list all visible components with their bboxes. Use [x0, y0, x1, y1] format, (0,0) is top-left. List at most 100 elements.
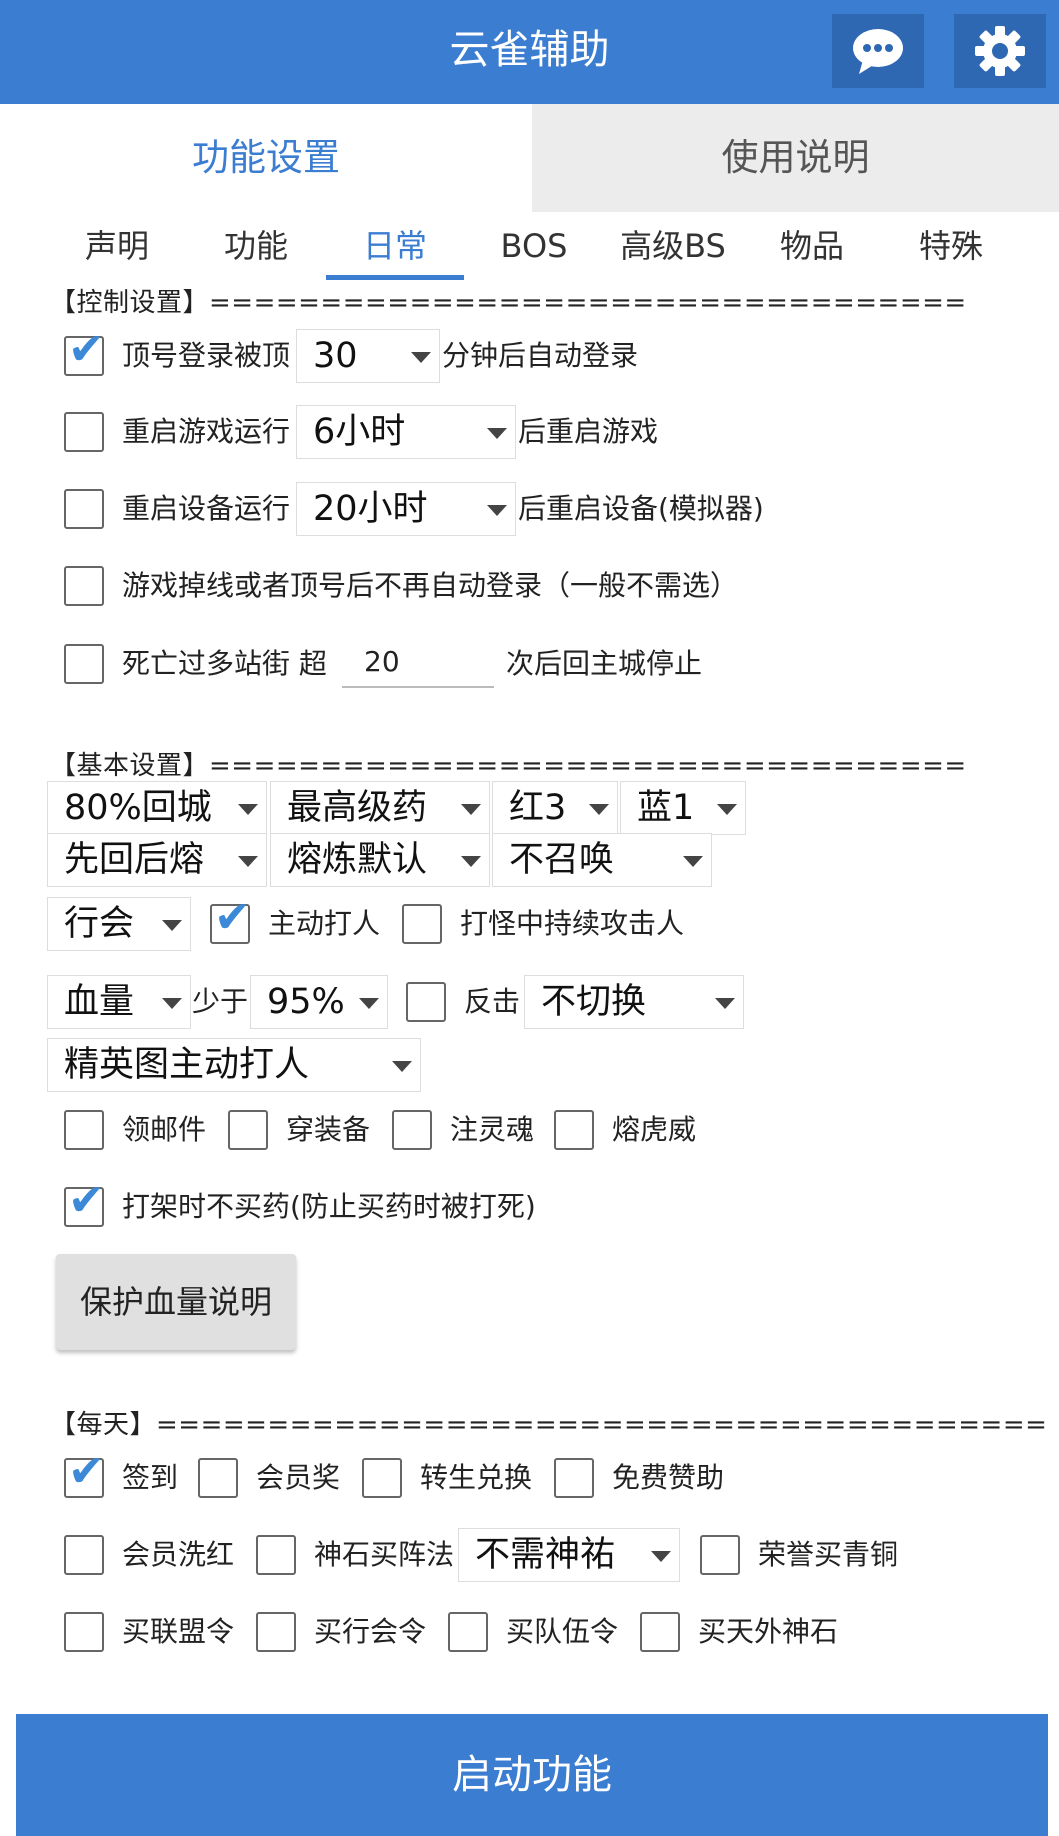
- free-help-checkbox[interactable]: [554, 1458, 594, 1498]
- stone-formation-checkbox[interactable]: [256, 1535, 296, 1575]
- restart-game-label: 重启游戏运行: [122, 415, 291, 448]
- team-order-checkbox[interactable]: [448, 1612, 488, 1652]
- guild-order-label: 买行会令: [314, 1615, 427, 1648]
- soul-checkbox[interactable]: [392, 1110, 432, 1150]
- select-value: 6小时: [313, 412, 406, 452]
- alliance-label: 买联盟令: [122, 1615, 235, 1648]
- section-control-header: 【控制设置】==================================: [50, 288, 967, 318]
- death-checkbox[interactable]: [64, 644, 104, 684]
- subtab-special[interactable]: 特殊: [882, 216, 1020, 280]
- restart-device-checkbox[interactable]: [64, 489, 104, 529]
- settings-button[interactable]: [954, 14, 1046, 88]
- counter-checkbox[interactable]: [406, 982, 446, 1022]
- switch-select[interactable]: 不切换: [524, 975, 744, 1029]
- death-count-input[interactable]: 20: [342, 634, 494, 688]
- death-suffix: 次后回主城停止: [506, 647, 703, 680]
- restart-game-suffix: 后重启游戏: [518, 415, 659, 448]
- vip-wash-checkbox[interactable]: [64, 1535, 104, 1575]
- row-no-buy-drug: ✔ 打架时不买药(防止买药时被打死): [0, 1177, 1059, 1237]
- mail-checkbox[interactable]: [64, 1110, 104, 1150]
- dropdown-arrow-icon: [238, 856, 258, 867]
- select-value: 红3: [509, 788, 567, 828]
- dropdown-arrow-icon: [411, 352, 431, 363]
- return-city-select[interactable]: 80%回城: [47, 781, 267, 835]
- sub-tabs: 声明 功能 日常 BOS 高级BS 物品 特殊: [48, 216, 1008, 280]
- select-value: 血量: [64, 982, 135, 1022]
- main-tabs: 功能设置 使用说明: [0, 104, 1059, 212]
- subtab-boss[interactable]: BOS: [465, 216, 603, 280]
- tiger-checkbox[interactable]: [554, 1110, 594, 1150]
- row-daily-3: 买联盟令 买行会令 买队伍令 买天外神石: [0, 1602, 1059, 1662]
- potion-select[interactable]: 最高级药: [270, 781, 490, 835]
- sign-checkbox[interactable]: ✔: [64, 1450, 105, 1498]
- select-value: 蓝1: [637, 788, 695, 828]
- dropdown-arrow-icon: [392, 1061, 412, 1072]
- chat-icon: [853, 29, 903, 74]
- dropdown-arrow-icon: [487, 428, 507, 439]
- keep-attack-label: 打怪中持续攻击人: [460, 907, 685, 940]
- row-restart-game: 重启游戏运行 6小时 后重启游戏: [0, 402, 1059, 462]
- no-buy-drug-checkbox[interactable]: ✔: [64, 1179, 105, 1227]
- red-potion-select[interactable]: 红3: [492, 781, 618, 835]
- rebirth-checkbox[interactable]: [362, 1458, 402, 1498]
- subtab-items[interactable]: 物品: [743, 216, 881, 280]
- dropdown-arrow-icon: [651, 1551, 671, 1562]
- top-login-suffix: 分钟后自动登录: [442, 339, 639, 372]
- guild-select[interactable]: 行会: [47, 897, 191, 951]
- return-smelt-select[interactable]: 先回后熔: [47, 833, 267, 887]
- no-relogin-checkbox[interactable]: [64, 566, 104, 606]
- equip-label: 穿装备: [286, 1113, 371, 1146]
- subtab-function[interactable]: 功能: [187, 216, 325, 280]
- active-attack-checkbox[interactable]: ✔: [210, 896, 251, 944]
- start-function-button[interactable]: 启动功能: [16, 1714, 1048, 1836]
- summon-select[interactable]: 不召唤: [492, 833, 712, 887]
- subtab-statement[interactable]: 声明: [48, 216, 186, 280]
- select-value: 不需神祐: [475, 1535, 616, 1575]
- free-help-label: 免费赞助: [612, 1461, 725, 1494]
- vip-wash-label: 会员洗红: [122, 1538, 235, 1571]
- top-login-minutes-select[interactable]: 30: [296, 329, 440, 383]
- dropdown-arrow-icon: [717, 804, 737, 815]
- vip-reward-checkbox[interactable]: [198, 1458, 238, 1498]
- blue-potion-select[interactable]: 蓝1: [620, 781, 746, 835]
- row-no-relogin: 游戏掉线或者顶号后不再自动登录（一般不需选）: [0, 556, 1059, 616]
- subtab-daily[interactable]: 日常: [326, 216, 464, 280]
- blessing-select[interactable]: 不需神祐: [458, 1528, 680, 1582]
- section-daily-header: 【每天】====================================…: [50, 1410, 1048, 1440]
- rebirth-label: 转生兑换: [420, 1461, 533, 1494]
- alliance-checkbox[interactable]: [64, 1612, 104, 1652]
- hp-percent-select[interactable]: 95%: [250, 975, 388, 1029]
- chat-button[interactable]: [832, 14, 924, 88]
- restart-device-hours-select[interactable]: 20小时: [296, 482, 516, 536]
- select-value: 行会: [64, 904, 135, 944]
- restart-game-hours-select[interactable]: 6小时: [296, 405, 516, 459]
- select-value: 不切换: [541, 982, 647, 1022]
- protect-hp-help-button[interactable]: 保护血量说明: [56, 1254, 296, 1350]
- soul-label: 注灵魂: [450, 1113, 535, 1146]
- hp-select[interactable]: 血量: [47, 975, 191, 1029]
- row-daily-1: ✔ 签到 会员奖 转生兑换 免费赞助: [0, 1448, 1059, 1508]
- tab-usage-guide[interactable]: 使用说明: [532, 104, 1059, 212]
- check-icon: ✔: [68, 324, 105, 375]
- dropdown-arrow-icon: [162, 998, 182, 1009]
- row-guild-attack: 行会 ✔ 主动打人 打怪中持续攻击人: [0, 894, 1059, 954]
- select-value: 最高级药: [287, 788, 428, 828]
- row-top-login: ✔ 顶号登录被顶 30 分钟后自动登录: [0, 326, 1059, 386]
- row-restart-device: 重启设备运行 20小时 后重启设备(模拟器): [0, 479, 1059, 539]
- keep-attack-checkbox[interactable]: [402, 904, 442, 944]
- sky-stone-checkbox[interactable]: [640, 1612, 680, 1652]
- select-value: 95%: [267, 982, 345, 1022]
- smelt-select[interactable]: 熔炼默认: [270, 833, 490, 887]
- equip-checkbox[interactable]: [228, 1110, 268, 1150]
- guild-order-checkbox[interactable]: [256, 1612, 296, 1652]
- honor-bronze-label: 荣誉买青铜: [758, 1538, 899, 1571]
- top-login-checkbox[interactable]: ✔: [64, 328, 105, 376]
- tab-function-settings[interactable]: 功能设置: [0, 104, 532, 212]
- elite-map-select[interactable]: 精英图主动打人: [47, 1038, 421, 1092]
- restart-game-checkbox[interactable]: [64, 412, 104, 452]
- subtab-advanced-boss[interactable]: 高级BS: [604, 216, 742, 280]
- select-value: 熔炼默认: [287, 840, 428, 880]
- dropdown-arrow-icon: [683, 856, 703, 867]
- honor-bronze-checkbox[interactable]: [700, 1535, 740, 1575]
- check-icon: ✔: [214, 892, 251, 943]
